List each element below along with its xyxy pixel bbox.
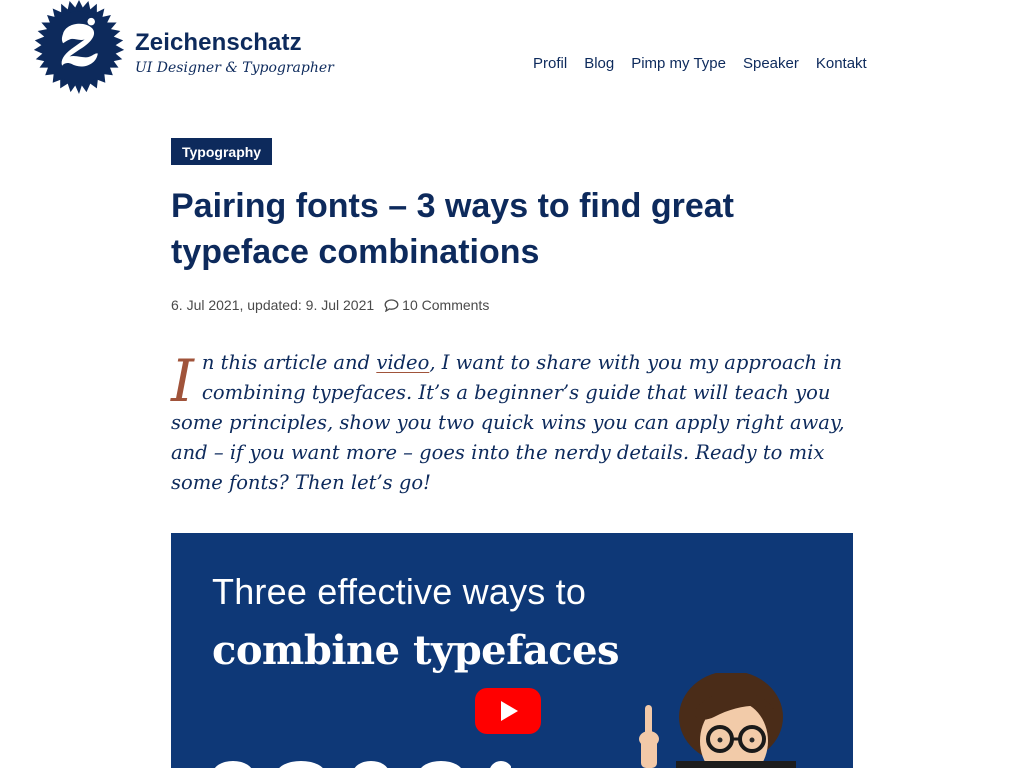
article-meta: 6. Jul 2021, updated: 9. Jul 2021 10 Com…: [171, 297, 489, 313]
intro-text-start: n this article and: [201, 351, 377, 374]
youtube-play-icon[interactable]: [475, 688, 541, 734]
site-tagline: UI Designer & Typographer: [135, 60, 334, 76]
nav-link-blog[interactable]: Blog: [584, 55, 614, 72]
video-thumbnail[interactable]: Three effective ways to combine typeface…: [171, 533, 853, 768]
presenter-image: [639, 673, 796, 768]
nav-link-speaker[interactable]: Speaker: [743, 55, 799, 72]
z-badge-icon[interactable]: [32, 0, 126, 94]
comments-count: 10 Comments: [402, 297, 490, 313]
comments-link[interactable]: 10 Comments: [384, 297, 489, 313]
drop-cap: I: [171, 347, 194, 415]
article-title: Pairing fonts – 3 ways to find great typ…: [171, 187, 734, 271]
decorative-glyphs: [214, 761, 511, 768]
main-nav: Profil Blog Pimp my Type Speaker Kontakt: [533, 55, 884, 72]
nav-link-pimp-my-type[interactable]: Pimp my Type: [631, 55, 726, 72]
nav-link-profil[interactable]: Profil: [533, 55, 567, 72]
article-date: 6. Jul 2021, updated: 9. Jul 2021: [171, 297, 375, 313]
category-tag[interactable]: Typography: [171, 138, 273, 165]
video-title-line2: combine typefaces: [212, 627, 620, 674]
article-intro: In this article and video, I want to sha…: [171, 348, 856, 498]
video-link[interactable]: video: [376, 351, 429, 374]
site-title[interactable]: Zeichenschatz: [135, 29, 302, 57]
nav-link-kontakt[interactable]: Kontakt: [816, 55, 867, 72]
speech-bubble-icon: [384, 298, 399, 312]
video-title-line1: Three effective ways to: [212, 571, 587, 612]
